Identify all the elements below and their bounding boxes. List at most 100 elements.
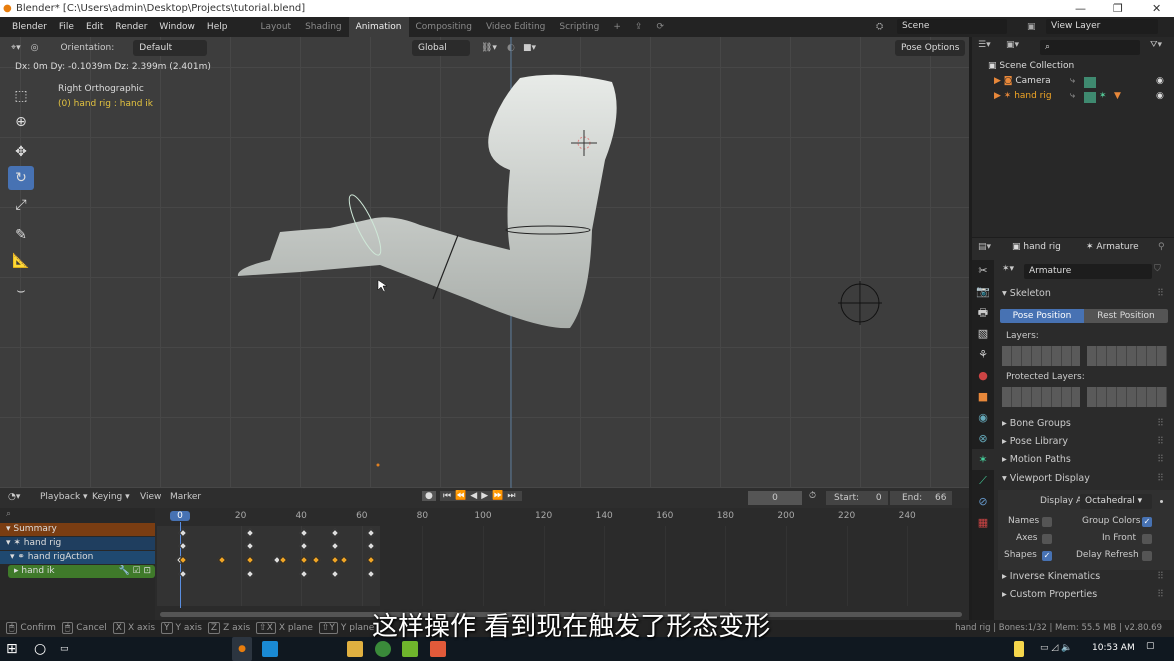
layers-grid-left[interactable] <box>1002 346 1080 366</box>
current-frame-field[interactable]: 0 <box>748 491 802 505</box>
editor-type-icon[interactable]: ◔▾ <box>8 492 20 502</box>
tab-animation[interactable]: Animation <box>348 17 409 37</box>
channel-hand-rig[interactable]: ▾ ✶ hand rig <box>0 537 155 550</box>
tab-world-icon[interactable]: ● <box>972 365 994 386</box>
tab-bone-constraint-icon[interactable]: ⊘ <box>972 491 994 512</box>
menu-edit[interactable]: Edit <box>80 17 109 37</box>
channel-hand-ik[interactable]: ▸ hand ik 🔧 ☑ ⊡ <box>8 565 155 578</box>
3d-viewport[interactable]: ⌖▾ ◎ Orientation: Default Global ⛓▾ ◐ ■▾… <box>0 37 969 488</box>
menu-help[interactable]: Help <box>201 17 234 37</box>
tab-compositing[interactable]: Compositing <box>409 17 479 37</box>
record-button[interactable]: ● <box>422 491 436 501</box>
stopwatch-icon[interactable]: ⏱ <box>809 491 816 501</box>
refresh-icon[interactable]: ⟳ <box>650 17 672 37</box>
current-frame-indicator[interactable]: 0 <box>170 511 190 521</box>
names-checkbox[interactable] <box>1042 517 1052 527</box>
pose-position-button[interactable]: Pose Position <box>1000 309 1084 323</box>
tab-modifier-icon[interactable]: ◉ <box>972 407 994 428</box>
start-frame-field[interactable]: Start: 0 <box>826 491 888 505</box>
close-button[interactable]: ✕ <box>1152 0 1161 17</box>
arm-model[interactable] <box>0 37 969 488</box>
rest-position-button[interactable]: Rest Position <box>1084 309 1168 323</box>
playback-controls[interactable]: ⏮⏪◀▶⏩⏭ <box>440 491 523 501</box>
tab-shading[interactable]: Shading <box>298 17 349 37</box>
sticky-notes-icon[interactable] <box>1014 641 1024 657</box>
menu-file[interactable]: File <box>53 17 80 37</box>
menu-window[interactable]: Window <box>153 17 201 37</box>
scene-collection-row[interactable]: ▣ Scene Collection <box>988 61 1074 71</box>
in-front-checkbox[interactable] <box>1142 534 1152 544</box>
tab-render-icon[interactable]: 📷 <box>972 281 994 302</box>
keyframe-area[interactable]: 0 20 40 60 80 100 120 140 160 180 200 220 240 <box>157 508 964 608</box>
tab-video-editing[interactable]: Video Editing <box>479 17 552 37</box>
cortana-icon[interactable]: ○ <box>34 641 50 657</box>
fake-user-icon[interactable]: ⛉ <box>1154 264 1161 274</box>
skeleton-section-header[interactable]: ▾ Skeleton ⠿ <box>1002 285 1170 303</box>
tab-object-icon[interactable]: ■ <box>972 386 994 407</box>
channel-hand-rig-action[interactable]: ▾ ⚭ hand rigAction <box>0 551 155 564</box>
shapes-checkbox[interactable]: ✓ <box>1042 551 1052 561</box>
filter-view-icon[interactable]: ▣▾ <box>1006 40 1019 50</box>
layers-grid-right[interactable] <box>1087 346 1167 366</box>
app-icon[interactable] <box>430 641 446 657</box>
channel-search-icon[interactable]: ⌕ <box>0 508 155 522</box>
tab-constraints-icon[interactable]: ⊗ <box>972 428 994 449</box>
outliner-item-camera[interactable]: ▶ ◙ Camera ⤷ ◉ <box>994 76 1172 88</box>
tab-texture-icon[interactable]: ▦ <box>972 512 994 533</box>
visibility-eye-icon[interactable]: ◉ <box>1156 91 1164 101</box>
menu-render[interactable]: Render <box>109 17 153 37</box>
tab-armature-data-icon[interactable]: ✶ <box>972 449 994 470</box>
marker-menu[interactable]: Marker <box>170 492 201 502</box>
armature-datablock-field[interactable]: Armature <box>1024 264 1152 279</box>
tab-bone-icon[interactable]: ⟋ <box>972 470 994 491</box>
protected-layers-grid-left[interactable] <box>1002 387 1080 407</box>
skype-icon[interactable] <box>262 641 278 657</box>
maximize-button[interactable]: ❐ <box>1113 0 1123 17</box>
tab-view-layer-icon[interactable]: ▧ <box>972 323 994 344</box>
view-menu[interactable]: View <box>140 492 161 502</box>
upload-icon[interactable]: ⇪ <box>628 17 650 37</box>
windows-start-icon[interactable]: ⊞ <box>6 641 22 657</box>
file-explorer-icon[interactable] <box>347 641 363 657</box>
scene-selector[interactable]: Scene <box>897 19 1007 34</box>
viewport-display-section-header[interactable]: ▾ Viewport Display ⠿ <box>1002 470 1170 488</box>
scene-icon[interactable]: ⛭ <box>876 22 883 32</box>
channel-summary[interactable]: ▾ Summary <box>0 523 155 536</box>
tab-layout[interactable]: Layout <box>253 17 298 37</box>
outliner-item-hand-rig[interactable]: ▶ ✶ hand rig ⤷ ✶ ▼ ◉ <box>994 91 1172 103</box>
view-layer-icon[interactable]: ▣ <box>1027 22 1036 32</box>
display-as-dropdown[interactable]: Octahedral ▾ <box>1080 494 1152 509</box>
bone-groups-section[interactable]: ▸ Bone Groups ⠿ <box>1002 415 1170 433</box>
custom-properties-section[interactable]: ▸ Custom Properties ⠿ <box>1002 586 1170 604</box>
tab-scene-icon[interactable]: ⚘ <box>972 344 994 365</box>
visibility-eye-icon[interactable]: ◉ <box>1156 76 1164 86</box>
editor-type-icon[interactable]: ▤▾ <box>978 242 991 252</box>
motion-paths-section[interactable]: ▸ Motion Paths ⠿ <box>1002 451 1170 469</box>
axes-checkbox[interactable] <box>1042 534 1052 544</box>
inverse-kinematics-section[interactable]: ▸ Inverse Kinematics ⠿ <box>1002 568 1170 586</box>
protected-layers-grid-right[interactable] <box>1087 387 1167 407</box>
minimize-button[interactable]: — <box>1075 0 1086 17</box>
end-frame-field[interactable]: End: 66 <box>890 491 952 505</box>
menu-blender[interactable]: Blender <box>6 17 53 37</box>
tab-tool-icon[interactable]: ✂ <box>972 260 994 281</box>
outliner-search-input[interactable]: ⌕ <box>1040 40 1140 55</box>
tab-output-icon[interactable]: 🖶 <box>972 302 994 323</box>
camtasia-icon[interactable] <box>402 641 418 657</box>
keyframe-dot-icon[interactable] <box>1160 500 1163 503</box>
pose-library-section[interactable]: ▸ Pose Library ⠿ <box>1002 433 1170 451</box>
chrome-icon[interactable] <box>375 641 391 657</box>
action-center-icon[interactable]: ▢ <box>1146 641 1155 651</box>
channel-toggles-icon[interactable]: 🔧 ☑ ⊡ <box>118 565 151 578</box>
pin-icon[interactable]: ⚲ <box>1158 242 1165 252</box>
playback-menu[interactable]: Playback ▾ <box>40 492 88 502</box>
task-view-icon[interactable]: ▭ <box>60 641 76 657</box>
blender-taskbar-icon[interactable]: ● <box>232 637 252 661</box>
filter-icon[interactable]: ⛛▾ <box>1150 40 1162 50</box>
tab-scripting[interactable]: Scripting <box>552 17 606 37</box>
add-workspace-icon[interactable]: + <box>606 17 628 37</box>
system-tray-icons[interactable]: ▭ ◿ 🔈 <box>1040 643 1072 653</box>
view-layer-selector[interactable]: View Layer <box>1046 19 1158 34</box>
keying-menu[interactable]: Keying ▾ <box>92 492 130 502</box>
display-mode-icon[interactable]: ☰▾ <box>978 40 991 50</box>
